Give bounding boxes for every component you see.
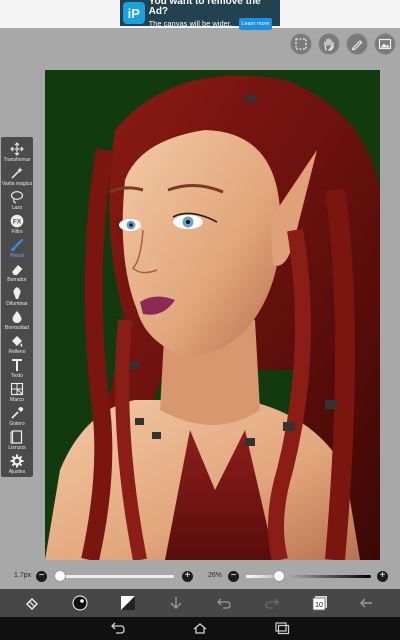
tool-gear[interactable]: Ajustes [1, 454, 33, 478]
text-icon [12, 359, 22, 371]
tool-smudge[interactable]: Difuminar [1, 286, 33, 310]
undo-icon [217, 598, 231, 609]
tool-eraser[interactable]: Borrador [1, 262, 33, 286]
color-swatch-button[interactable] [118, 593, 138, 613]
brush-size-knob[interactable] [54, 570, 66, 582]
tool-move[interactable]: Transformar [1, 142, 33, 166]
tool-label: Marco [10, 397, 24, 403]
tool-brush[interactable]: Pincel [1, 238, 33, 262]
color-picker-icon [72, 595, 88, 611]
pen-icon [351, 40, 363, 51]
pen-button[interactable] [346, 33, 368, 55]
layers-button[interactable]: 10 [310, 593, 330, 613]
download-icon [170, 597, 182, 609]
tool-text[interactable]: Texto [1, 358, 33, 382]
tool-label: Filtro [11, 229, 23, 235]
brush-opacity-value: 26% [208, 572, 223, 579]
app-root: iP You want to remove the Ad? The canvas… [0, 0, 400, 640]
move-icon [10, 142, 24, 156]
hand-button[interactable] [318, 33, 340, 55]
layers-icon: 10 [312, 596, 327, 611]
color-picker-button[interactable] [70, 593, 90, 613]
canvas-icon [10, 430, 23, 444]
brush-size-value: 1.7px [14, 572, 32, 579]
system-navigation-bar [0, 617, 400, 640]
tool-label: Gotero [9, 421, 25, 427]
quick-menu-button[interactable] [22, 593, 42, 613]
eyedropper-icon [11, 406, 24, 419]
tool-label: Difuminar [6, 301, 28, 307]
gear-icon [10, 454, 24, 468]
brush-opacity-slider[interactable] [246, 575, 371, 578]
image-button[interactable] [374, 33, 396, 55]
redo-button[interactable] [262, 593, 282, 613]
brush-opacity-knob[interactable] [272, 570, 285, 582]
ad-title: You want to remove the Ad? [148, 0, 261, 17]
bottom-toolbar: 10 [0, 589, 400, 617]
magic-wand-icon [11, 167, 23, 179]
hand-icon [324, 38, 334, 51]
layers-count: 10 [315, 602, 323, 609]
undo-button[interactable] [214, 593, 234, 613]
ad-text: You want to remove the Ad? The canvas wi… [149, 0, 280, 30]
fx-icon: FX [10, 214, 24, 228]
tool-label: Lazo [11, 205, 23, 211]
tool-palette: Transformar Varita mágica Lazo FX Filtro Pinc… [1, 137, 33, 477]
tool-label: Texto [11, 373, 23, 379]
download-button[interactable] [166, 593, 186, 613]
ibis-paint-logo-icon: iP [123, 2, 145, 24]
smudge-icon [13, 287, 21, 299]
quick-menu-icon [26, 598, 38, 610]
bucket-icon [12, 336, 23, 347]
tool-label: Borrosidad [4, 325, 30, 331]
nav-back-icon[interactable] [110, 621, 126, 635]
brush-size-slider[interactable] [54, 575, 174, 578]
artwork-elf-woman [45, 70, 380, 560]
brush-sliders: 1.7px − + 26% − + [0, 567, 400, 589]
ad-box[interactable]: iP You want to remove the Ad? The canvas… [120, 0, 280, 30]
eraser-icon [12, 265, 23, 275]
ad-subtitle: The canvas will be wider. [148, 18, 232, 28]
svg-text:FX: FX [13, 219, 22, 226]
selection-button[interactable] [290, 33, 312, 55]
nav-recents-icon[interactable] [274, 621, 290, 635]
size-decrease-button[interactable]: − [36, 571, 47, 582]
tool-fx[interactable]: FX Filtro [1, 214, 33, 238]
tool-lasso[interactable]: Lazo [1, 190, 33, 214]
tool-label: Relleno [8, 349, 26, 355]
tool-label: Pincel [10, 253, 24, 259]
tool-label: Lienzos [8, 445, 26, 451]
tool-canvas[interactable]: Lienzos [1, 430, 33, 454]
tool-label: Borrador [7, 277, 27, 283]
selection-icon [295, 38, 307, 50]
blur-drop-icon [12, 311, 22, 323]
tool-label: Transformar [3, 157, 31, 163]
back-button[interactable] [356, 593, 376, 613]
redo-icon [265, 598, 279, 609]
image-icon [378, 38, 392, 50]
back-arrow-icon [360, 598, 372, 608]
lasso-icon [10, 191, 24, 204]
tool-eyedropper[interactable]: Gotero [1, 406, 33, 430]
nav-home-icon[interactable] [192, 621, 208, 635]
tool-frame[interactable]: Marco [1, 382, 33, 406]
tool-magic-wand[interactable]: Varita mágica [1, 166, 33, 190]
ad-learn-more-button[interactable]: Learn more [239, 17, 272, 30]
tool-label: Ajustes [8, 469, 26, 475]
tool-label: Varita mágica [1, 181, 33, 187]
opacity-decrease-button[interactable]: − [228, 571, 239, 582]
opacity-increase-button[interactable]: + [377, 571, 388, 582]
drawing-canvas[interactable] [45, 70, 380, 560]
frame-icon [10, 382, 24, 396]
color-swatch-icon [121, 596, 135, 610]
tool-blur-drop[interactable]: Borrosidad [1, 310, 33, 334]
ad-banner: iP You want to remove the Ad? The canvas… [0, 0, 400, 30]
size-increase-button[interactable]: + [182, 571, 193, 582]
brush-icon [11, 238, 24, 251]
tool-bucket[interactable]: Relleno [1, 334, 33, 358]
